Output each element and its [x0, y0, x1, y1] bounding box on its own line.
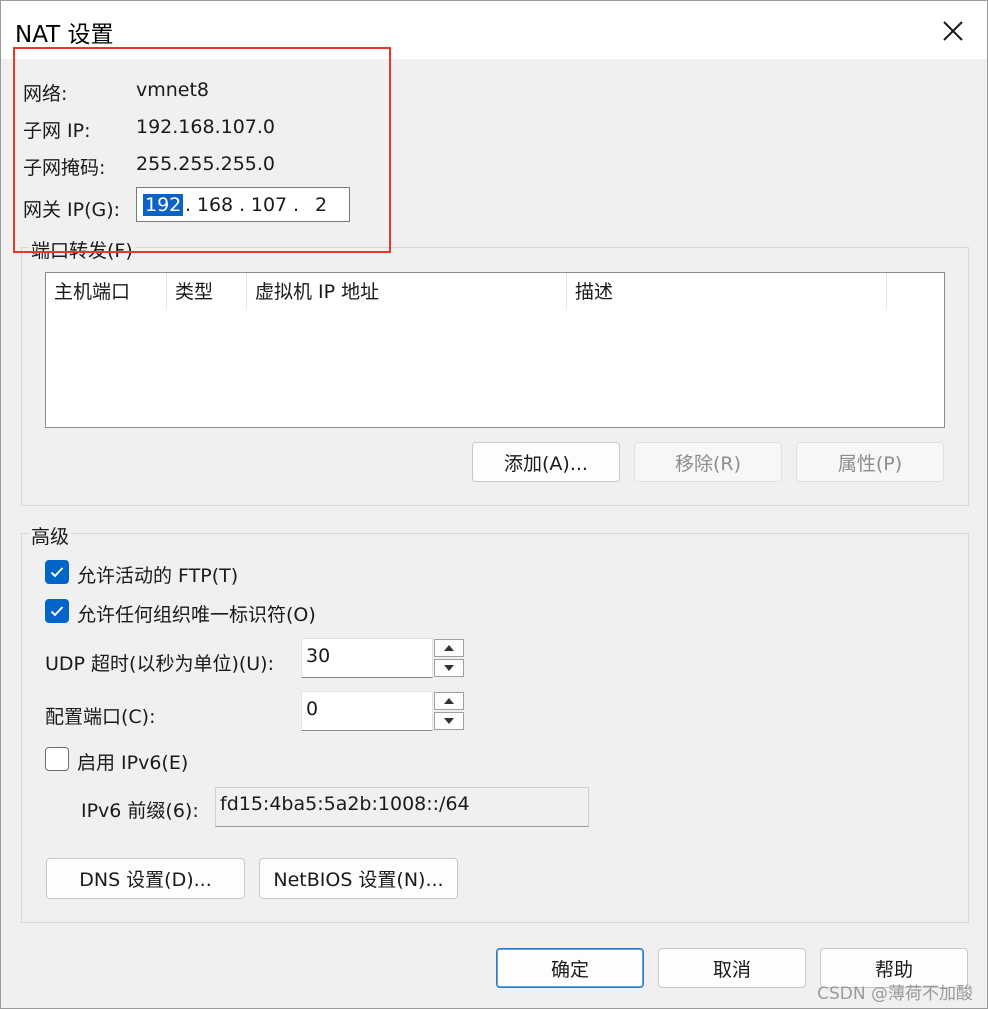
- highlight-box: [13, 47, 391, 253]
- close-button[interactable]: [933, 11, 973, 51]
- watermark-text: CSDN @薄荷不加酸: [817, 984, 973, 1004]
- ip-separator: .: [184, 193, 192, 216]
- allow-active-ftp-label[interactable]: 允许活动的 FTP(T): [77, 561, 238, 588]
- config-port-label: 配置端口(C):: [45, 706, 156, 728]
- enable-ipv6-label[interactable]: 启用 IPv6(E): [77, 748, 188, 775]
- ipv6-prefix-field: fd15:4ba5:5a2b:1008::/64: [215, 787, 589, 827]
- config-port-input[interactable]: 0: [301, 691, 433, 731]
- ipv6-prefix-label: IPv6 前缀(6):: [81, 800, 199, 822]
- subnet-mask-value: 255.255.255.0: [136, 153, 276, 175]
- allow-active-ftp-checkbox[interactable]: [45, 560, 69, 584]
- gateway-ip-field[interactable]: 192 . 168 . 107 . 2: [136, 187, 350, 222]
- add-button[interactable]: 添加(A)...: [472, 442, 620, 482]
- ip-separator: .: [238, 193, 246, 216]
- allow-any-oui-label[interactable]: 允许任何组织唯一标识符(O): [77, 600, 316, 627]
- column-header-description[interactable]: 描述: [567, 273, 887, 309]
- chevron-down-icon: [444, 665, 454, 671]
- column-header-type[interactable]: 类型: [167, 273, 247, 309]
- column-header-vm-ip[interactable]: 虚拟机 IP 地址: [247, 273, 567, 309]
- ip-separator: .: [292, 193, 300, 216]
- gateway-octet-4[interactable]: 2: [301, 194, 341, 216]
- enable-ipv6-checkbox[interactable]: [45, 747, 69, 771]
- gateway-octet-3[interactable]: 107: [247, 194, 291, 216]
- netbios-settings-button[interactable]: NetBIOS 设置(N)...: [259, 858, 458, 899]
- chevron-down-icon: [444, 718, 454, 724]
- chevron-up-icon: [444, 645, 454, 651]
- dns-settings-button[interactable]: DNS 设置(D)...: [46, 858, 245, 899]
- subnet-mask-label: 子网掩码:: [23, 157, 106, 179]
- gateway-octet-1[interactable]: 192: [137, 193, 184, 216]
- remove-button[interactable]: 移除(R): [634, 442, 782, 482]
- column-header-host-port[interactable]: 主机端口: [46, 273, 167, 309]
- port-forwarding-list[interactable]: 主机端口 类型 虚拟机 IP 地址 描述: [45, 272, 945, 428]
- network-label: 网络:: [23, 83, 68, 105]
- network-value: vmnet8: [136, 79, 210, 101]
- chevron-up-icon: [444, 698, 454, 704]
- cancel-button[interactable]: 取消: [658, 948, 806, 988]
- subnet-ip-value: 192.168.107.0: [136, 116, 276, 138]
- gateway-octet-2[interactable]: 168: [193, 194, 237, 216]
- window-title: NAT 设置: [15, 22, 114, 48]
- close-icon: [943, 21, 963, 41]
- config-port-up-button[interactable]: [434, 692, 464, 710]
- nat-settings-dialog: NAT 设置 网络: vmnet8 子网 IP: 192.168.107.0 子…: [0, 0, 988, 1009]
- title-bar: NAT 设置: [1, 1, 987, 59]
- checkmark-icon: [50, 606, 64, 617]
- advanced-label: 高级: [29, 522, 72, 549]
- port-forwarding-label: 端口转发(F): [29, 236, 135, 263]
- udp-timeout-input[interactable]: 30: [301, 638, 433, 678]
- udp-timeout-label: UDP 超时(以秒为单位)(U):: [45, 653, 274, 675]
- properties-button[interactable]: 属性(P): [796, 442, 944, 482]
- config-port-down-button[interactable]: [434, 712, 464, 730]
- subnet-ip-label: 子网 IP:: [23, 120, 91, 142]
- udp-timeout-down-button[interactable]: [434, 659, 464, 677]
- udp-timeout-up-button[interactable]: [434, 639, 464, 657]
- allow-any-oui-checkbox[interactable]: [45, 599, 69, 623]
- gateway-ip-label: 网关 IP(G):: [23, 199, 121, 221]
- ok-button[interactable]: 确定: [496, 948, 644, 988]
- checkmark-icon: [50, 567, 64, 578]
